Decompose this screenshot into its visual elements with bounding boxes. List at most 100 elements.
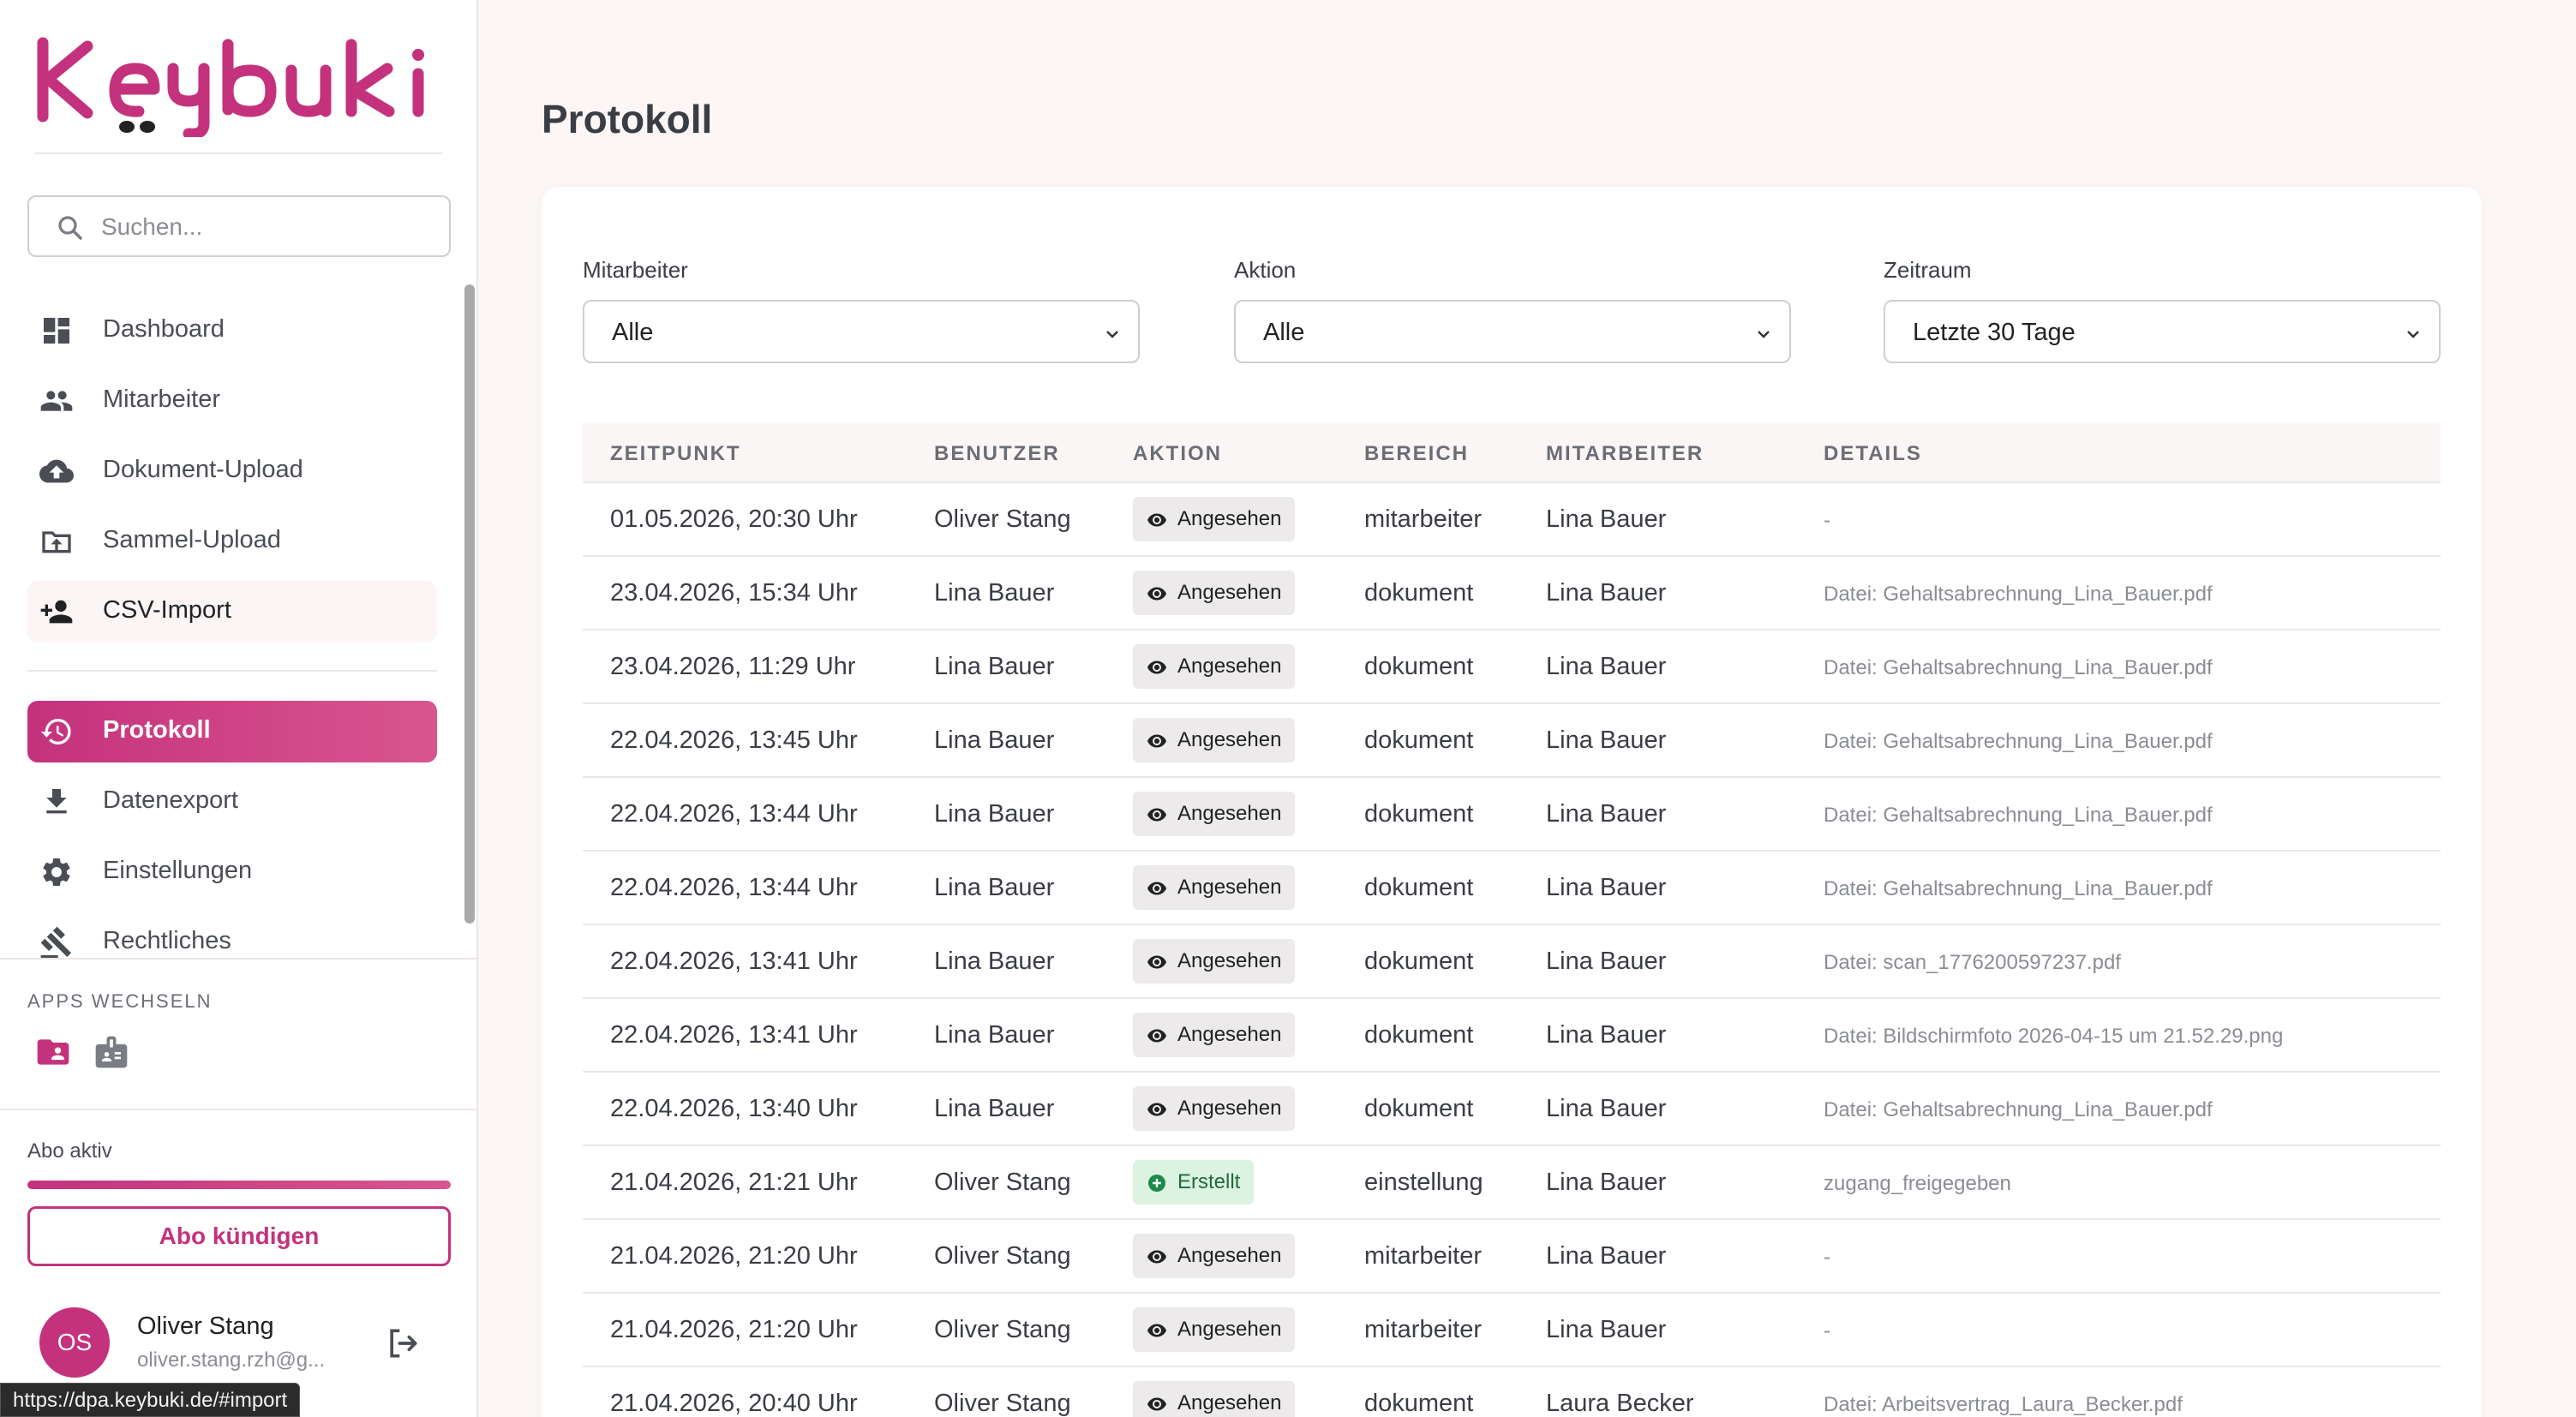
table-row[interactable]: 21.04.2026, 21:20 Uhr Oliver Stang Angeseh… bbox=[583, 1294, 2441, 1367]
cell-benutzer: Oliver Stang bbox=[934, 1390, 1071, 1417]
eye-icon bbox=[1147, 882, 1166, 895]
action-badge-label: Angesehen bbox=[1177, 1244, 1282, 1267]
nav-divider bbox=[27, 670, 437, 672]
cell-zeitpunkt: 22.04.2026, 13:44 Uhr bbox=[610, 874, 858, 901]
user-name: Oliver Stang bbox=[137, 1312, 274, 1340]
cell-zeitpunkt: 21.04.2026, 20:40 Uhr bbox=[610, 1390, 858, 1417]
table-row[interactable]: 22.04.2026, 13:41 Uhr Lina Bauer Angesehen… bbox=[583, 925, 2441, 999]
sidebar-item-csv-import[interactable]: CSV-Import bbox=[27, 581, 437, 643]
sidebar-item-mitarbeiter[interactable]: Mitarbeiter bbox=[27, 370, 437, 432]
cell-zeitpunkt: 21.04.2026, 21:21 Uhr bbox=[610, 1169, 858, 1196]
dashboard-icon bbox=[44, 318, 69, 344]
chevron-down-icon bbox=[1758, 331, 1770, 338]
filter-select-mitarbeiter[interactable]: Alle bbox=[583, 300, 1140, 363]
table-row[interactable]: 22.04.2026, 13:44 Uhr Lina Bauer Angesehen… bbox=[583, 852, 2441, 925]
sidebar-item-dokument-upload[interactable]: Dokument-Upload bbox=[27, 440, 437, 502]
table-row[interactable]: 01.05.2026, 20:30 Uhr Oliver Stang Angeseh… bbox=[583, 483, 2441, 557]
column-header[interactable]: MITARBEITER bbox=[1546, 442, 1704, 466]
cell-zeitpunkt: 23.04.2026, 11:29 Uhr bbox=[610, 653, 856, 680]
cell-details: zugang_freigegeben bbox=[1824, 1172, 2011, 1195]
cell-details: Datei: Bildschirmfoto 2026-04-15 um 21.5… bbox=[1824, 1025, 2284, 1048]
cell-mitarbeiter: Lina Bauer bbox=[1546, 874, 1667, 901]
action-badge: Angesehen bbox=[1133, 1381, 1296, 1417]
select-value: Alle bbox=[1263, 319, 1305, 346]
cell-benutzer: Lina Bauer bbox=[934, 726, 1055, 754]
cell-benutzer: Lina Bauer bbox=[934, 579, 1055, 607]
table-row[interactable]: 21.04.2026, 21:21 Uhr Oliver Stang Erstell… bbox=[583, 1146, 2441, 1220]
column-header[interactable]: DETAILS bbox=[1824, 442, 1922, 466]
logo-divider bbox=[34, 152, 442, 154]
action-badge: Angesehen bbox=[1133, 865, 1296, 910]
search-box[interactable] bbox=[27, 195, 451, 257]
cell-bereich: dokument bbox=[1364, 1390, 1474, 1417]
cell-bereich: dokument bbox=[1364, 726, 1474, 754]
table-row[interactable]: 23.04.2026, 11:29 Uhr Lina Bauer Angesehen… bbox=[583, 631, 2441, 704]
sidebar-item-einstellungen[interactable]: Einstellungen bbox=[27, 841, 437, 903]
column-header[interactable]: BENUTZER bbox=[934, 442, 1060, 466]
sidebar-item-protokoll[interactable]: Protokoll bbox=[27, 701, 437, 762]
sidebar-item-rechtliches[interactable]: Rechtliches bbox=[27, 912, 437, 973]
cell-mitarbeiter: Lina Bauer bbox=[1546, 726, 1667, 754]
action-badge: Angesehen bbox=[1133, 497, 1296, 541]
sidebar-item-label: Sammel-Upload bbox=[103, 526, 281, 553]
cell-benutzer: Oliver Stang bbox=[934, 1169, 1071, 1196]
cell-details: - bbox=[1824, 1319, 1830, 1342]
sidebar-item-sammel-upload[interactable]: Sammel-Upload bbox=[27, 511, 437, 572]
cell-details: Datei: Gehaltsabrechnung_Lina_Bauer.pdf bbox=[1824, 804, 2213, 827]
sidebar-item-label: Mitarbeiter bbox=[103, 386, 220, 413]
action-badge: Erstellt bbox=[1133, 1160, 1255, 1205]
column-header[interactable]: BEREICH bbox=[1364, 442, 1469, 466]
action-badge: Angesehen bbox=[1133, 1013, 1296, 1057]
action-badge: Angesehen bbox=[1133, 1234, 1296, 1278]
action-badge-label: Erstellt bbox=[1177, 1170, 1241, 1193]
column-header[interactable]: ZEITPUNKT bbox=[610, 442, 741, 466]
cell-details: Datei: Gehaltsabrechnung_Lina_Bauer.pdf bbox=[1824, 1098, 2213, 1121]
avatar[interactable]: OS bbox=[39, 1307, 110, 1378]
logout-icon[interactable] bbox=[384, 1324, 422, 1362]
table-row[interactable]: 22.04.2026, 13:41 Uhr Lina Bauer Angesehen… bbox=[583, 999, 2441, 1073]
folder-person-icon[interactable] bbox=[34, 1033, 72, 1071]
cell-details: Datei: Arbeitsvertrag_Laura_Becker.pdf bbox=[1824, 1393, 2183, 1416]
eye-icon bbox=[1147, 1324, 1166, 1337]
table-row[interactable]: 21.04.2026, 21:20 Uhr Oliver Stang Angeseh… bbox=[583, 1220, 2441, 1294]
sidebar-item-label: Datenexport bbox=[103, 786, 238, 814]
column-header[interactable]: AKTION bbox=[1133, 442, 1222, 466]
cell-bereich: dokument bbox=[1364, 800, 1474, 828]
sidebar-item-datenexport[interactable]: Datenexport bbox=[27, 771, 437, 833]
sidebar-item-label: CSV-Import bbox=[103, 596, 231, 624]
download-icon bbox=[46, 789, 67, 814]
action-badge-label: Angesehen bbox=[1177, 802, 1282, 825]
log-card: Mitarbeiter Alle Aktion Alle Zeitraum Le… bbox=[542, 187, 2482, 1417]
sidebar: Dashboard Mitarbeiter Dokument-Upload Sa… bbox=[0, 0, 478, 1417]
sidebar-item-label: Protokoll bbox=[103, 716, 211, 744]
cell-bereich: dokument bbox=[1364, 1021, 1474, 1049]
plus-circle-icon bbox=[1148, 1175, 1165, 1192]
filter-select-aktion[interactable]: Alle bbox=[1234, 300, 1791, 363]
keybuki-logo[interactable] bbox=[34, 34, 446, 137]
cell-bereich: mitarbeiter bbox=[1364, 1242, 1482, 1270]
filter-label-zeitraum: Zeitraum bbox=[1884, 257, 1972, 283]
sidebar-item-label: Rechtliches bbox=[103, 927, 231, 954]
filter-select-zeitraum[interactable]: Letzte 30 Tage bbox=[1884, 300, 2441, 363]
sidebar-item-dashboard[interactable]: Dashboard bbox=[27, 300, 437, 362]
history-icon bbox=[40, 719, 71, 744]
table-row[interactable]: 22.04.2026, 13:45 Uhr Lina Bauer Angesehen… bbox=[583, 704, 2441, 778]
cell-benutzer: Lina Bauer bbox=[934, 1021, 1055, 1049]
sidebar-scrollbar[interactable] bbox=[464, 284, 475, 924]
cloud-upload-icon bbox=[39, 459, 74, 483]
apps-divider bbox=[0, 958, 476, 960]
table-row[interactable]: 22.04.2026, 13:44 Uhr Lina Bauer Angesehen… bbox=[583, 778, 2441, 852]
table-row[interactable]: 22.04.2026, 13:40 Uhr Lina Bauer Angesehen… bbox=[583, 1073, 2441, 1146]
cell-mitarbeiter: Lina Bauer bbox=[1546, 1169, 1667, 1196]
filter-label-aktion: Aktion bbox=[1234, 257, 1297, 283]
chevron-down-icon bbox=[1106, 331, 1118, 338]
search-input[interactable] bbox=[101, 207, 435, 247]
table-row[interactable]: 21.04.2026, 20:40 Uhr Oliver Stang Angeseh… bbox=[583, 1367, 2441, 1417]
badge-icon[interactable] bbox=[93, 1033, 130, 1071]
table-header: ZEITPUNKT BENUTZER AKTION BEREICH MITARB… bbox=[583, 423, 2441, 483]
gavel-icon bbox=[40, 926, 72, 959]
action-badge: Angesehen bbox=[1133, 571, 1296, 615]
cell-mitarbeiter: Lina Bauer bbox=[1546, 505, 1667, 533]
table-row[interactable]: 23.04.2026, 15:34 Uhr Lina Bauer Angesehen… bbox=[583, 557, 2441, 631]
cancel-subscription-button[interactable]: Abo kündigen bbox=[27, 1206, 451, 1266]
